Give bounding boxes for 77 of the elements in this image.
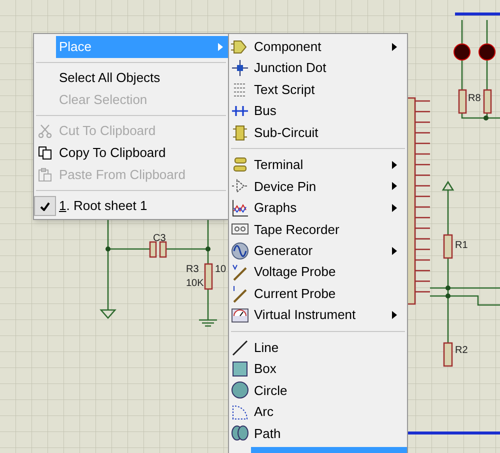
menu-item[interactable]: Junction Dot — [229, 57, 407, 79]
device-pin-icon — [231, 177, 249, 196]
menu-item[interactable]: Virtual Instrument — [229, 304, 407, 326]
menu-item[interactable]: Select All Objects — [34, 67, 228, 89]
junction-dot — [106, 246, 110, 252]
submenu-arrow-icon — [392, 42, 397, 51]
menu-item[interactable]: Path — [229, 422, 407, 444]
menu-item[interactable]: Text Script — [229, 78, 407, 100]
junction-dot — [206, 246, 210, 252]
menu-item[interactable]: Line — [229, 336, 407, 358]
component-icon — [231, 38, 249, 56]
resistor-symbol — [443, 342, 453, 367]
component-label: 10K — [186, 278, 204, 289]
resistor-symbol — [443, 234, 453, 259]
probe-icon — [231, 284, 249, 303]
scissors-icon — [38, 124, 52, 138]
component-label: R1 — [455, 240, 468, 251]
menu-item[interactable]: Circle — [229, 380, 407, 402]
component-label: R2 — [455, 345, 468, 356]
ground-symbol — [198, 319, 218, 327]
clipboard-icon — [38, 168, 52, 182]
resistor-symbol — [458, 89, 467, 114]
junction-dot — [446, 294, 450, 298]
resistor-symbol — [204, 263, 213, 290]
probe-icon — [231, 263, 249, 282]
circle-icon — [231, 381, 249, 400]
meter-icon — [231, 306, 249, 324]
resistor-symbol — [483, 89, 492, 114]
graph-icon — [231, 198, 249, 217]
capacitor-symbol — [149, 241, 167, 258]
wire — [461, 20, 463, 44]
copy-icon — [38, 146, 52, 160]
sine-wave-icon — [231, 242, 249, 260]
junction-dot — [484, 116, 488, 120]
submenu-arrow-icon — [392, 182, 397, 190]
menu-item[interactable]: Tape Recorder — [229, 218, 407, 240]
component-label: 10 — [215, 264, 226, 275]
line-icon — [231, 338, 249, 357]
menu-item[interactable]: Component — [229, 36, 407, 58]
menu-item[interactable]: Graphs — [229, 197, 407, 219]
submenu-arrow-icon — [392, 204, 397, 212]
menu-item[interactable]: Terminal — [229, 154, 407, 176]
component-label: R8 — [468, 93, 481, 104]
path-icon — [231, 424, 249, 442]
junction-dot — [446, 286, 450, 290]
wire — [486, 20, 488, 44]
led-symbol — [478, 44, 496, 60]
component-label: R3 — [186, 264, 199, 275]
ground-symbol — [100, 309, 116, 319]
menu-item[interactable]: Arc — [229, 401, 407, 423]
submenu-arrow-icon — [218, 43, 223, 51]
submenu-arrow-icon — [392, 311, 397, 320]
bus-line — [455, 12, 500, 16]
terminal-icon — [231, 156, 249, 174]
menu-item[interactable]: Box — [229, 358, 407, 380]
menu-item[interactable]: Generator — [229, 240, 407, 262]
menu-item[interactable]: Device Pin — [229, 176, 407, 198]
junction-dot-icon — [231, 59, 249, 78]
menu-item[interactable]: Copy To Clipboard — [34, 142, 228, 164]
wire — [461, 60, 463, 90]
menu-item[interactable]: Bus — [229, 100, 407, 122]
menu-item[interactable]: Voltage Probe — [229, 262, 407, 283]
wire — [207, 289, 209, 320]
highlighted-menu-item[interactable] — [251, 447, 407, 453]
arc-icon — [231, 402, 249, 421]
wire — [447, 190, 449, 235]
power-terminal-symbol — [442, 180, 454, 191]
menu-item[interactable]: 1. Root sheet 1 — [34, 195, 228, 217]
box-icon — [231, 360, 249, 378]
menu-item[interactable]: Current Probe — [229, 282, 407, 304]
component-label: C3 — [153, 233, 166, 244]
sub-circuit-icon — [231, 124, 249, 142]
led-symbol — [454, 44, 470, 60]
menu-item[interactable]: Sub-Circuit — [229, 122, 407, 144]
submenu-arrow-icon — [392, 160, 397, 169]
wire — [486, 60, 488, 90]
submenu-arrow-icon — [392, 246, 397, 255]
